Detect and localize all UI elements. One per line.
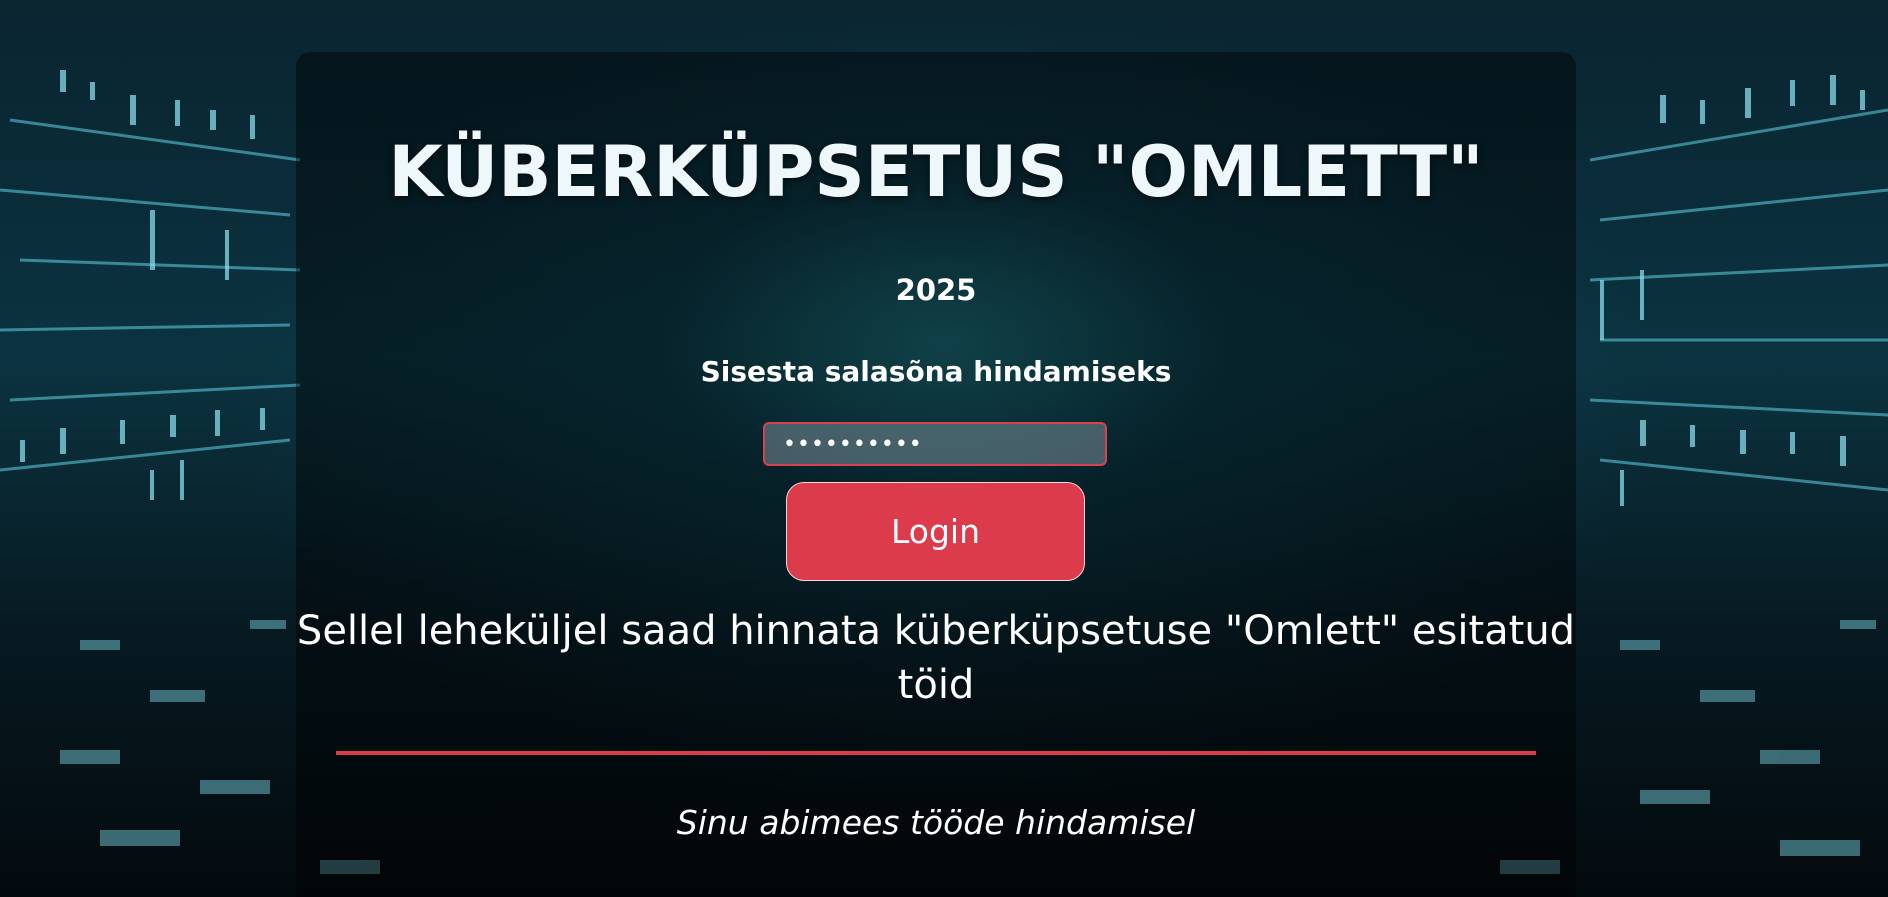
password-prompt: Sisesta salasõna hindamiseks — [700, 355, 1172, 388]
password-input[interactable] — [763, 422, 1107, 466]
login-button[interactable]: Login — [786, 482, 1085, 581]
page-title: KÜBERKÜPSETUS "OMLETT" — [388, 131, 1484, 213]
description-text: Sellel leheküljel saad hinnata küberküps… — [296, 608, 1576, 708]
tagline: Sinu abimees tööde hindamisel — [676, 803, 1196, 842]
page-root: KÜBERKÜPSETUS "OMLETT" 2025 Sisesta sala… — [0, 0, 1888, 897]
year-label: 2025 — [895, 273, 977, 307]
divider — [336, 751, 1536, 755]
